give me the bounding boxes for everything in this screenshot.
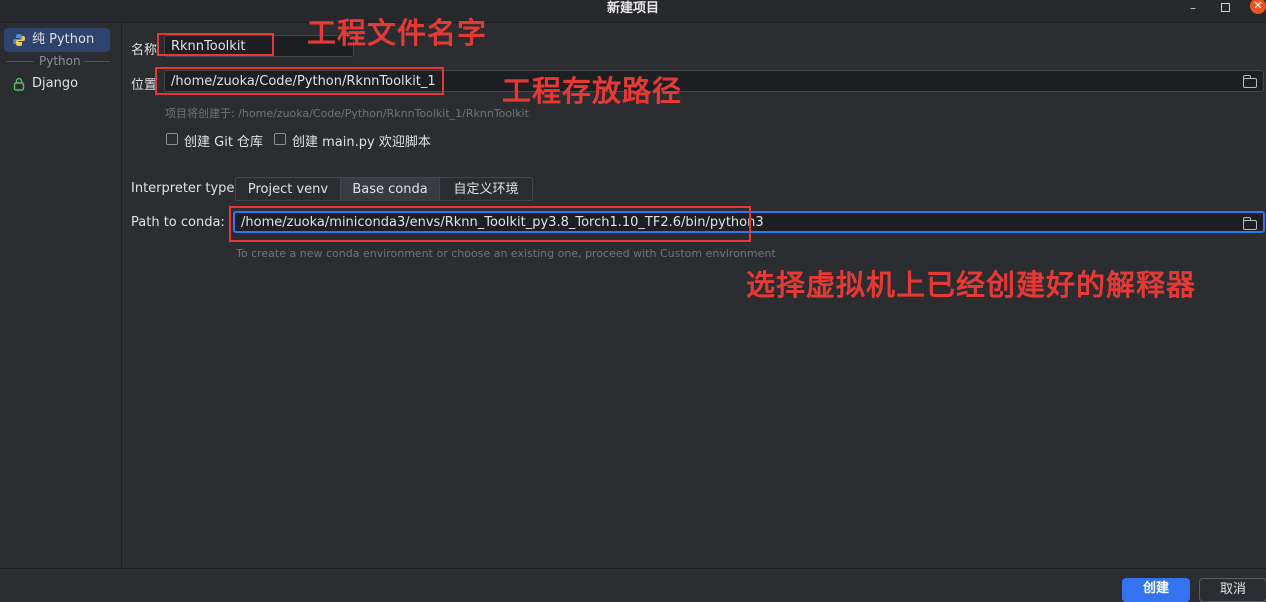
interpreter-annotation: 选择虚拟机上已经创建好的解释器 — [746, 268, 1197, 302]
tab-custom-environment[interactable]: 自定义环境 — [439, 177, 533, 201]
sidebar-item-label: Django — [32, 76, 79, 91]
window-title: 新建项目 — [606, 1, 659, 16]
sidebar-item-label: 纯 Python — [32, 32, 95, 47]
title-bar: 新建项目 – ✕ — [0, 0, 1266, 23]
interpreter-type-label: Interpreter type: — [131, 181, 239, 196]
main-py-label[interactable]: 创建 main.py 欢迎脚本 — [292, 131, 431, 150]
folder-icon[interactable] — [1243, 75, 1257, 88]
maximize-button[interactable] — [1218, 0, 1232, 18]
create-location-hint: 项目将创建于: /home/zuoka/Code/Python/RknnTool… — [165, 107, 529, 120]
separator-line-left — [6, 61, 34, 62]
location-annotation: 工程存放路径 — [502, 74, 683, 108]
name-annotation: 工程文件名字 — [307, 16, 488, 50]
project-type-sidebar: 纯 Python Python Django — [0, 23, 122, 569]
git-repo-label[interactable]: 创建 Git 仓库 — [184, 131, 263, 150]
cancel-button[interactable]: 取消 — [1199, 578, 1266, 602]
main-py-checkbox[interactable] — [274, 133, 286, 145]
project-location-input[interactable]: /home/zuoka/Code/Python/RknnToolkit_1 — [164, 70, 1264, 92]
name-label: 名称 — [131, 43, 158, 58]
conda-hint: To create a new conda environment or cho… — [236, 247, 776, 260]
tab-base-conda[interactable]: Base conda — [340, 177, 440, 201]
tab-project-venv[interactable]: Project venv — [235, 177, 341, 201]
sidebar-group-label: Python — [36, 53, 84, 69]
folder-icon[interactable] — [1243, 217, 1257, 230]
create-button[interactable]: 创建 — [1122, 578, 1190, 602]
dialog-footer: 创建 取消 — [0, 568, 1266, 602]
sidebar-group-separator: Python — [6, 53, 110, 69]
lock-icon — [13, 77, 25, 91]
minimize-button[interactable]: – — [1186, 0, 1200, 18]
conda-path-input[interactable]: /home/zuoka/miniconda3/envs/Rknn_Toolkit… — [233, 211, 1265, 233]
git-repo-checkbox[interactable] — [166, 133, 178, 145]
conda-path-label: Path to conda: — [131, 215, 225, 230]
sidebar-item-django[interactable]: Django — [4, 72, 110, 96]
sidebar-item-pure-python[interactable]: 纯 Python — [4, 28, 110, 52]
maximize-icon — [1220, 3, 1230, 12]
separator-line-right — [82, 61, 110, 62]
location-label: 位置 — [131, 78, 158, 93]
python-icon — [13, 34, 25, 46]
